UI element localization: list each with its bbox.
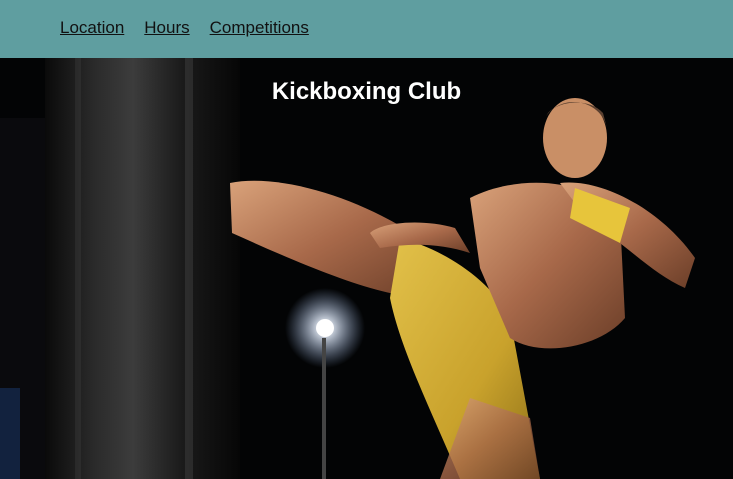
nav-link-location[interactable]: Location (60, 18, 124, 38)
hero-section: Kickboxing Club (0, 58, 733, 479)
nav-link-hours[interactable]: Hours (144, 18, 189, 38)
page-title: Kickboxing Club (271, 78, 462, 105)
nav-link-competitions[interactable]: Competitions (210, 18, 309, 38)
nav-links: Location Hours Competitions (60, 18, 309, 38)
top-navigation-bar: Location Hours Competitions (0, 0, 733, 58)
hero-image (0, 58, 733, 479)
